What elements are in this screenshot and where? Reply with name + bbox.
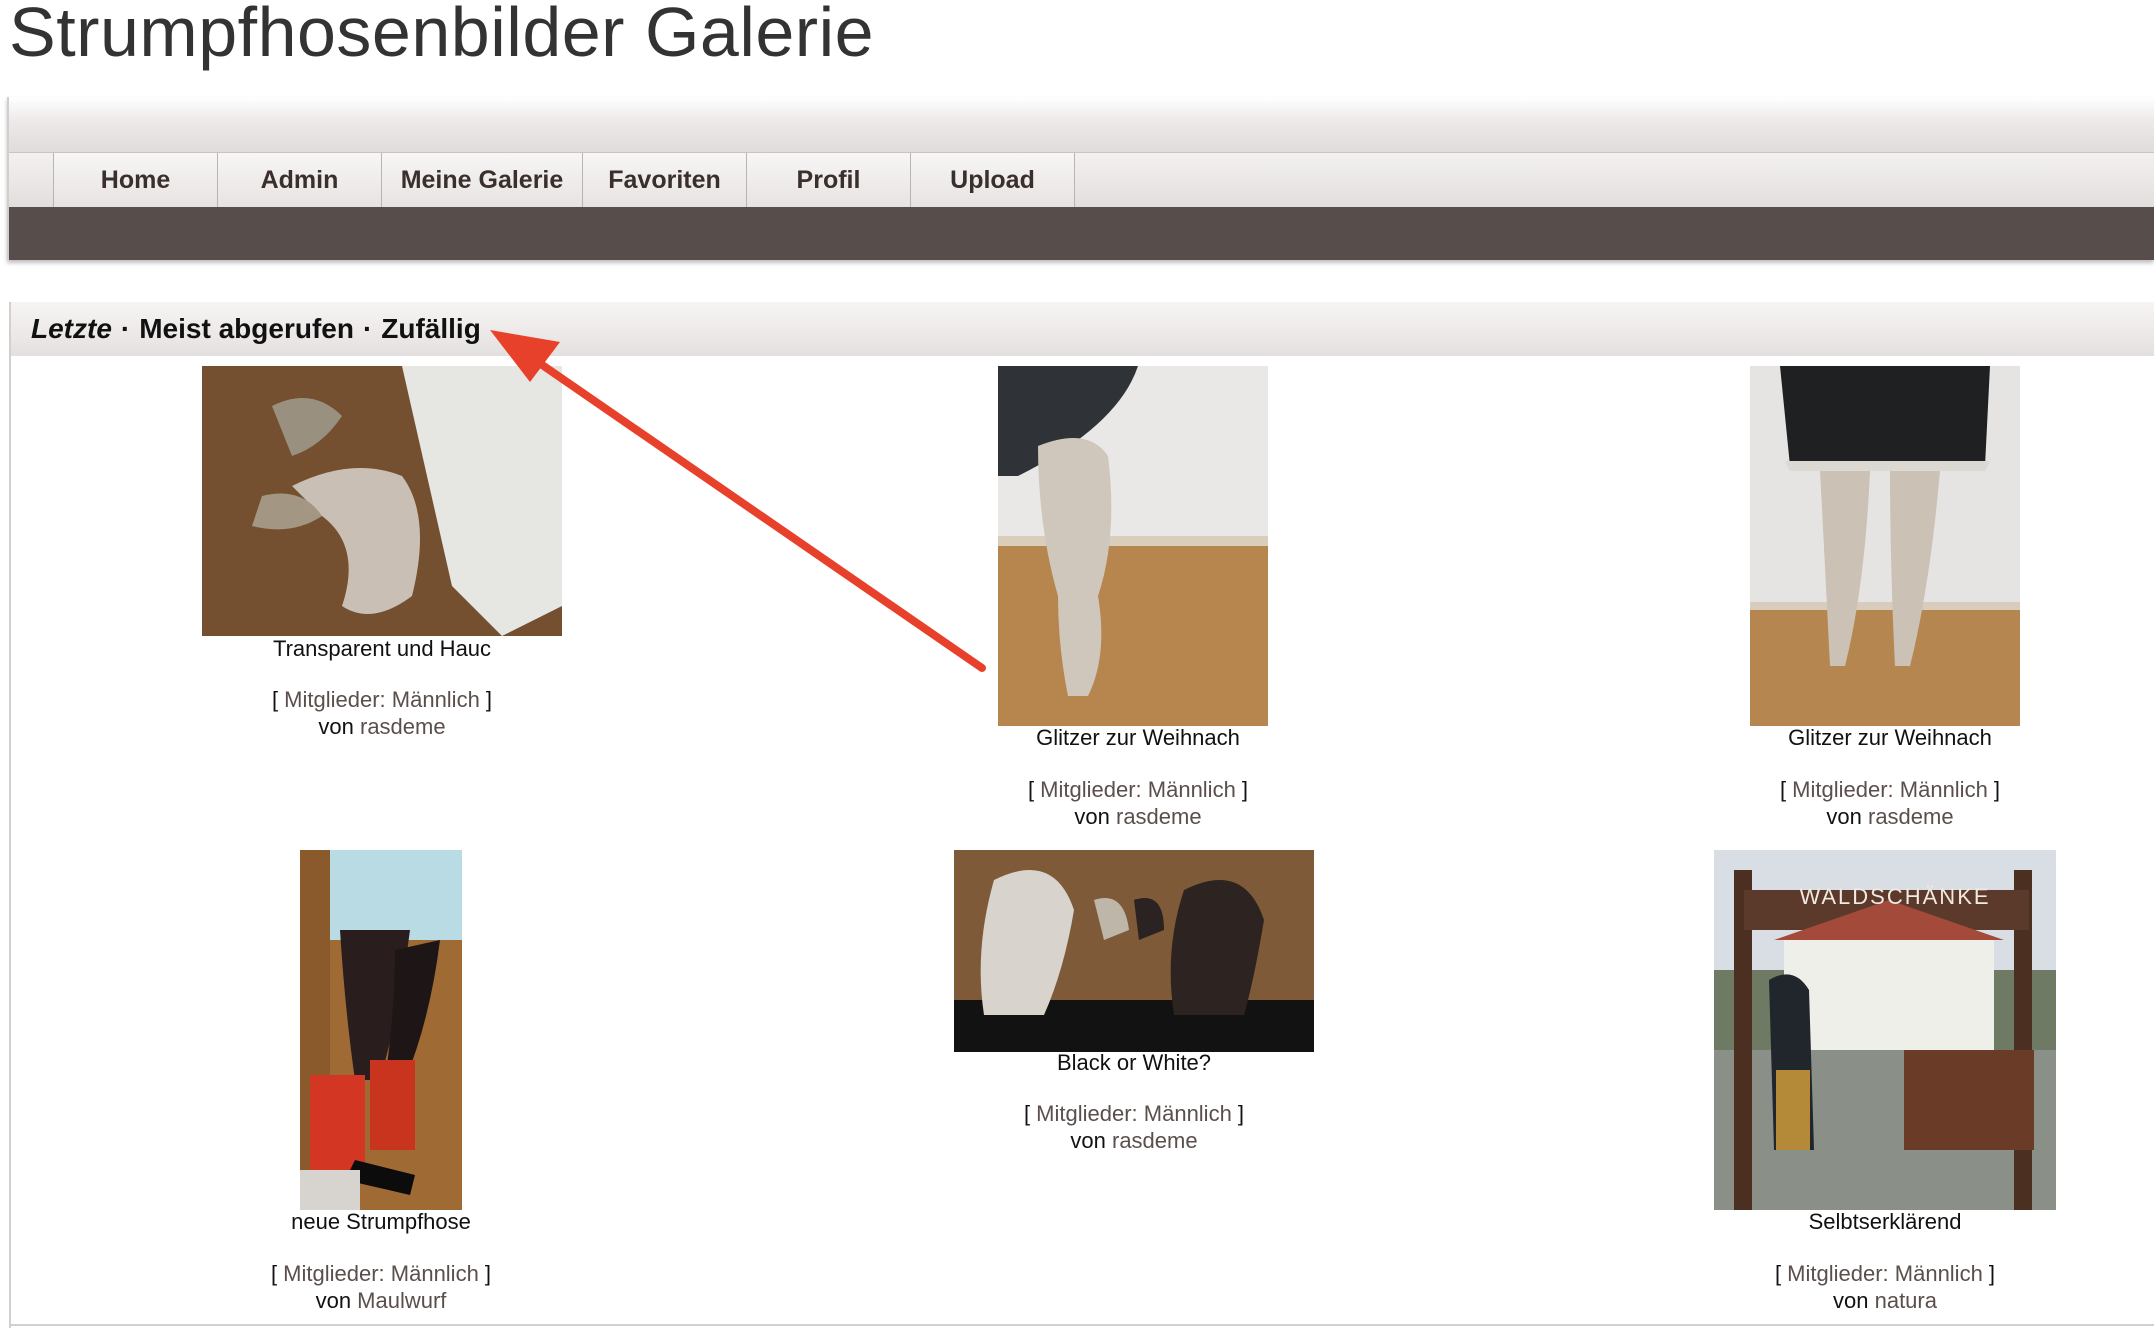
sort-bar: Letzte · Meist abgerufen · Zufällig [9, 302, 2154, 356]
category-link[interactable]: Mitglieder: Männlich [1792, 777, 1988, 802]
gallery-thumbnail[interactable] [1750, 366, 2020, 726]
author-link[interactable]: rasdeme [1112, 1128, 1198, 1153]
gallery-item: Transparent und Hauc [ Mitglieder: Männl… [202, 366, 562, 746]
gallery-item: Glitzer zur Weihnach [ Mitglieder: Männl… [998, 366, 1278, 836]
gallery-item: neue Strumpfhose [ Mitglieder: Männlich … [271, 850, 491, 1320]
gallery-item-meta: [ Mitglieder: Männlich ] von Maulwurf [181, 1260, 581, 1314]
category-link[interactable]: Mitglieder: Männlich [284, 687, 480, 712]
author-prefix: von [1074, 804, 1116, 829]
gallery-item-title[interactable]: neue Strumpfhose [181, 1209, 581, 1235]
author-link[interactable]: rasdeme [360, 714, 446, 739]
category-bracket-open: [ [270, 1261, 284, 1286]
author-prefix: von [1826, 804, 1868, 829]
main-navigation: Home Admin Meine Galerie Favoriten Profi… [7, 97, 2154, 260]
sort-separator: · [362, 313, 373, 344]
photo-sign-text: WALDSCHÄNKE [1799, 884, 1991, 909]
gallery-item-title[interactable]: Glitzer zur Weihnach [860, 725, 1416, 751]
gallery-item: Black or White? [ Mitglieder: Männlich ]… [954, 850, 1314, 1170]
author-prefix: von [1070, 1128, 1112, 1153]
gallery-thumbnail[interactable] [300, 850, 462, 1210]
category-bracket-close: ] [1982, 1261, 1996, 1286]
category-link[interactable]: Mitglieder: Männlich [1036, 1101, 1232, 1126]
nav-item-admin[interactable]: Admin [218, 153, 382, 207]
category-bracket-open: [ [1774, 1261, 1788, 1286]
nav-menu-band: Home Admin Meine Galerie Favoriten Profi… [9, 153, 2154, 207]
gallery-item-meta: [ Mitglieder: Männlich ] von natura [1674, 1260, 2096, 1314]
nav-item-favoriten[interactable]: Favoriten [583, 153, 747, 207]
gallery-item-title[interactable]: Black or White? [954, 1050, 1314, 1076]
author-link[interactable]: rasdeme [1116, 804, 1202, 829]
author-prefix: von [315, 1288, 358, 1313]
author-prefix: von [318, 714, 360, 739]
category-bracket-open: [ [1023, 1101, 1037, 1126]
gallery-item: Selbtserklärend [ Mitglieder: Männlich ]… [1714, 850, 2056, 1320]
nav-menu: Home Admin Meine Galerie Favoriten Profi… [53, 153, 1075, 207]
nav-item-meine-galerie[interactable]: Meine Galerie [382, 153, 583, 207]
category-bracket-close: ] [479, 687, 493, 712]
gallery-item-meta: [ Mitglieder: Männlich ] von rasdeme [860, 776, 1416, 830]
nav-item-home[interactable]: Home [54, 153, 218, 207]
gallery-item-title[interactable]: Glitzer zur Weihnach [1612, 725, 2154, 751]
category-bracket-close: ] [478, 1261, 492, 1286]
gallery-item-title[interactable]: Transparent und Hauc [202, 636, 562, 662]
nav-item-upload[interactable]: Upload [911, 153, 1075, 207]
gallery-thumbnail[interactable] [202, 366, 562, 636]
sort-separator: · [120, 313, 131, 344]
gallery-item: Glitzer zur Weihnach [ Mitglieder: Männl… [1750, 366, 2030, 836]
category-bracket-close: ] [1235, 777, 1249, 802]
sort-latest-link[interactable]: Letzte [31, 313, 112, 345]
category-bracket-open: [ [1027, 777, 1041, 802]
sort-random-link[interactable]: Zufällig [381, 313, 481, 345]
gallery-item-meta: [ Mitglieder: Männlich ] von rasdeme [202, 686, 562, 740]
gallery-item-meta: [ Mitglieder: Männlich ] von rasdeme [954, 1100, 1314, 1154]
category-bracket-open: [ [271, 687, 285, 712]
category-bracket-close: ] [1987, 777, 2001, 802]
category-link[interactable]: Mitglieder: Männlich [283, 1261, 479, 1286]
category-bracket-close: ] [1231, 1101, 1245, 1126]
category-link[interactable]: Mitglieder: Männlich [1040, 777, 1236, 802]
author-link[interactable]: rasdeme [1868, 804, 1954, 829]
category-link[interactable]: Mitglieder: Männlich [1787, 1261, 1983, 1286]
category-bracket-open: [ [1779, 777, 1793, 802]
nav-bottom-band [9, 207, 2154, 260]
gallery-bottom-border [9, 1324, 2154, 1326]
author-link[interactable]: Maulwurf [357, 1288, 446, 1313]
site-title: Strumpfhosenbilder Galerie [9, 0, 875, 71]
author-prefix: von [1833, 1288, 1875, 1313]
gallery-item-title[interactable]: Selbtserklärend [1674, 1209, 2096, 1235]
gallery-thumbnail[interactable] [998, 366, 1268, 726]
gallery-item-meta: [ Mitglieder: Männlich ] von rasdeme [1612, 776, 2154, 830]
nav-top-band [9, 97, 2154, 153]
gallery-thumbnail[interactable] [954, 850, 1314, 1052]
nav-item-profil[interactable]: Profil [747, 153, 911, 207]
author-link[interactable]: natura [1875, 1288, 1937, 1313]
sort-most-viewed-link[interactable]: Meist abgerufen [139, 313, 354, 345]
